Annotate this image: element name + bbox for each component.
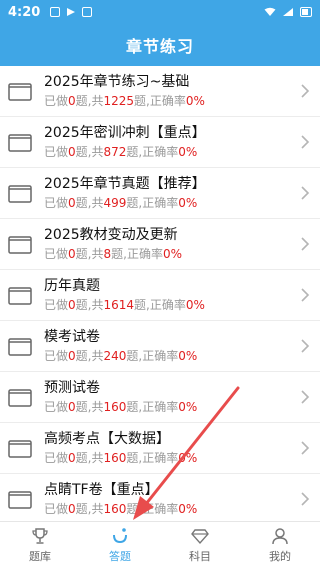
tab-label: 我的 [269,550,291,563]
status-bar: 4:20 [0,0,320,24]
item-title: 2025年章节真题【推荐】 [44,176,206,192]
item-stats: 已做0题,共160题,正确率0% [44,451,198,465]
list-item[interactable]: 高频考点【大数据】 已做0题,共160题,正确率0% [0,423,320,474]
chapter-list: 2025年章节练习~基础 已做0题,共1225题,正确率0% 2025年密训冲刺… [0,66,320,521]
chevron-right-icon [301,237,310,251]
diamond-icon [191,529,209,545]
wifi-icon [264,7,276,16]
user-icon [272,528,288,545]
item-stats: 已做0题,共240题,正确率0% [44,349,198,363]
list-item[interactable]: 2025年章节真题【推荐】 已做0题,共499题,正确率0% [0,168,320,219]
list-item[interactable]: 点睛TF卷【重点】 已做0题,共160题,正确率0% [0,474,320,521]
chevron-right-icon [301,441,310,455]
folder-icon [8,236,32,254]
folder-icon [8,134,32,152]
item-title: 2025年章节练习~基础 [44,74,190,90]
item-stats: 已做0题,共499题,正确率0% [44,196,198,210]
folder-icon [8,287,32,305]
page-title: 章节练习 [125,37,194,56]
bottom-tab-bar: 题库 答题 科目 我的 [0,521,320,569]
folder-icon [8,389,32,407]
list-item[interactable]: 2025年章节练习~基础 已做0题,共1225题,正确率0% [0,66,320,117]
item-title: 高频考点【大数据】 [44,431,170,447]
item-stats: 已做0题,共1225题,正确率0% [44,94,205,108]
tab-profile[interactable]: 我的 [240,522,320,569]
tab-subject[interactable]: 科目 [160,522,240,569]
tab-label: 答题 [109,550,131,563]
folder-icon [8,83,32,101]
item-title: 模考试卷 [44,329,100,345]
list-item[interactable]: 预测试卷 已做0题,共160题,正确率0% [0,372,320,423]
item-stats: 已做0题,共1614题,正确率0% [44,298,205,312]
chevron-right-icon [301,339,310,353]
item-stats: 已做0题,共160题,正确率0% [44,502,198,516]
chevron-right-icon [301,135,310,149]
tab-label: 科目 [189,550,211,563]
chevron-right-icon [301,492,310,506]
item-stats: 已做0题,共160题,正确率0% [44,400,198,414]
folder-icon [8,440,32,458]
tab-label: 题库 [29,550,51,563]
item-title: 预测试卷 [44,380,100,396]
folder-icon [8,491,32,509]
tab-answer[interactable]: 答题 [80,522,160,569]
play-icon [67,8,76,16]
folder-icon [8,338,32,356]
item-title: 2025教材变动及更新 [44,227,178,243]
item-stats: 已做0题,共872题,正确率0% [44,145,198,159]
status-time: 4:20 [8,4,41,20]
signal-icon [283,8,293,16]
tab-question-bank[interactable]: 题库 [0,522,80,569]
list-item[interactable]: 2025教材变动及更新 已做0题,共8题,正确率0% [0,219,320,270]
chevron-right-icon [301,84,310,98]
item-title: 点睛TF卷【重点】 [44,482,159,498]
folder-icon [8,185,32,203]
battery-icon [300,7,312,17]
answer-icon [113,528,127,544]
chevron-right-icon [301,186,310,200]
notification-icon [50,7,61,17]
trophy-icon [32,528,48,544]
item-title: 2025年密训冲刺【重点】 [44,125,206,141]
list-item[interactable]: 模考试卷 已做0题,共240题,正确率0% [0,321,320,372]
app-notification-icon [82,7,93,17]
chevron-right-icon [301,288,310,302]
list-item[interactable]: 历年真题 已做0题,共1614题,正确率0% [0,270,320,321]
app-header: 章节练习 [0,24,320,66]
list-item[interactable]: 2025年密训冲刺【重点】 已做0题,共872题,正确率0% [0,117,320,168]
item-title: 历年真题 [44,278,100,294]
item-stats: 已做0题,共8题,正确率0% [44,247,182,261]
chevron-right-icon [301,390,310,404]
